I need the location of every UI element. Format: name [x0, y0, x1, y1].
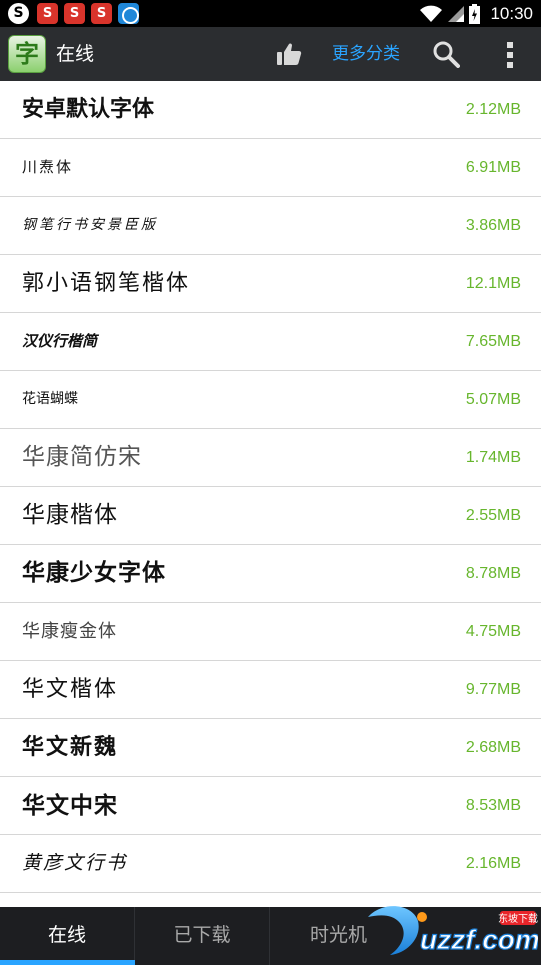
font-size: 2.55MB	[465, 507, 521, 524]
list-item[interactable]: 钢笔行书安景臣版 3.86MB	[0, 197, 541, 255]
signal-icon	[448, 5, 465, 22]
list-item[interactable]: 汉仪行楷简 7.65MB	[0, 313, 541, 371]
font-name: 钢笔行书安景臣版	[22, 217, 158, 233]
font-name: 花语蝴蝶	[22, 391, 78, 407]
list-item[interactable]: 华康瘦金体 4.75MB	[0, 603, 541, 661]
red-s-icon	[64, 3, 85, 24]
font-name: 黄彦文行书	[22, 852, 128, 874]
tab-online[interactable]: 在线	[0, 907, 135, 965]
page-title: 在线	[56, 43, 95, 65]
list-item[interactable]: 华康楷体 2.55MB	[0, 487, 541, 545]
tab-downloaded[interactable]: 已下载	[135, 907, 270, 965]
font-name: 安卓默认字体	[22, 97, 155, 122]
sogou-icon	[8, 3, 29, 24]
action-bar: 字 在线 更多分类	[0, 27, 541, 81]
font-size: 8.78MB	[465, 565, 521, 582]
list-item[interactable]: 华康简仿宋 1.74MB	[0, 429, 541, 487]
font-size: 12.1MB	[465, 275, 521, 292]
font-size: 8.53MB	[465, 797, 521, 814]
app-logo-char: 字	[15, 40, 39, 68]
font-name: 华文中宋	[22, 792, 118, 819]
font-size: 2.16MB	[465, 855, 521, 872]
watermark-brand: uzzf.com	[420, 924, 538, 955]
font-size: 2.68MB	[465, 739, 521, 756]
list-item[interactable]: 华文新魏 2.68MB	[0, 719, 541, 777]
font-size: 2.12MB	[465, 101, 521, 118]
list-item[interactable]: 安卓默认字体 2.12MB	[0, 81, 541, 139]
red-s-icon	[91, 3, 112, 24]
font-name: 汉仪行楷简	[22, 332, 98, 350]
list-item[interactable]: 华文楷体 9.77MB	[0, 661, 541, 719]
font-size: 6.91MB	[465, 159, 521, 176]
thumbs-up-icon[interactable]	[276, 42, 302, 66]
font-name: 华康少女字体	[22, 560, 166, 586]
list-item[interactable]: 花语蝴蝶 5.07MB	[0, 371, 541, 429]
list-item[interactable]: 川焘体 6.91MB	[0, 139, 541, 197]
font-name: 华康楷体	[22, 502, 118, 528]
list-item[interactable]: 郭小语钢笔楷体 12.1MB	[0, 255, 541, 313]
clock: 10:30	[490, 3, 533, 23]
search-icon[interactable]	[432, 40, 460, 68]
more-categories-button[interactable]: 更多分类	[332, 27, 400, 81]
wifi-icon	[420, 5, 443, 22]
font-size: 7.65MB	[465, 333, 521, 350]
font-size: 9.77MB	[465, 681, 521, 698]
font-name: 华康简仿宋	[22, 444, 142, 470]
list-item[interactable]: 黄彦文行书 2.16MB	[0, 835, 541, 893]
blue-app-icon	[118, 3, 139, 24]
font-name: 华文楷体	[22, 677, 119, 702]
font-size: 4.75MB	[465, 623, 521, 640]
font-name: 郭小语钢笔楷体	[22, 271, 191, 296]
font-name: 华文新魏	[22, 734, 119, 760]
list-item[interactable]: 华康少女字体 8.78MB	[0, 545, 541, 603]
font-list: 安卓默认字体 2.12MB 川焘体 6.91MB 钢笔行书安景臣版 3.86MB…	[0, 81, 541, 907]
font-size: 1.74MB	[465, 449, 521, 466]
font-name: 华康瘦金体	[22, 621, 117, 642]
font-size: 5.07MB	[465, 391, 521, 408]
app-logo-icon[interactable]: 字	[8, 35, 46, 73]
battery-icon	[469, 3, 481, 24]
red-s-icon	[37, 3, 58, 24]
uzzf-watermark-logo: 东坡下载 uzzf.com	[368, 906, 538, 956]
font-name: 川焘体	[22, 158, 74, 176]
status-bar: 10:30	[0, 0, 541, 27]
list-item[interactable]: 华文中宋 8.53MB	[0, 777, 541, 835]
overflow-menu-icon[interactable]	[500, 40, 520, 70]
font-size: 3.86MB	[465, 217, 521, 234]
